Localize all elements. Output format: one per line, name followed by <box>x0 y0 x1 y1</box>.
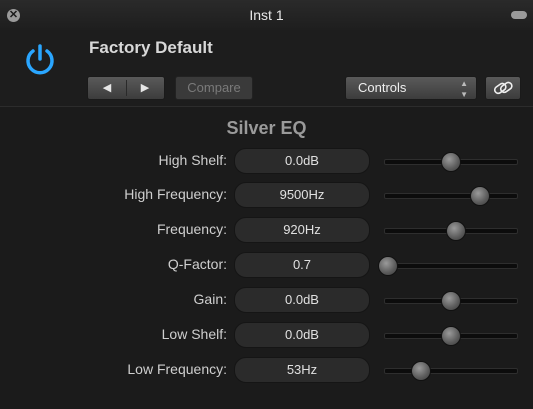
parameter-label: High Shelf: <box>158 152 227 168</box>
link-button[interactable] <box>485 76 521 100</box>
parameter-value-field[interactable]: 0.0dB <box>234 287 370 313</box>
parameter-slider-knob[interactable] <box>470 186 490 206</box>
plugin-name: Silver EQ <box>226 118 307 138</box>
up-down-arrows-icon: ▲ ▼ <box>460 79 468 99</box>
preset-nav: ◀ ▶ <box>87 76 165 100</box>
next-preset-button[interactable]: ▶ <box>126 77 164 99</box>
title-bar[interactable]: ✕ Inst 1 <box>0 0 533 30</box>
parameter-slider-track[interactable] <box>384 193 518 199</box>
parameter-value-field[interactable]: 9500Hz <box>234 182 370 208</box>
plugin-window: ✕ Inst 1 Factory Default ◀ ▶ Compare Con… <box>0 0 533 409</box>
parameter-row: High Frequency: 9500Hz <box>0 182 533 208</box>
parameter-slider-track[interactable] <box>384 368 518 374</box>
parameter-label: Frequency: <box>156 221 227 237</box>
plugin-header: Factory Default ◀ ▶ Compare Controls ▲ ▼ <box>0 30 533 107</box>
parameter-label: High Frequency: <box>124 186 227 202</box>
view-menu-label: Controls <box>358 80 407 95</box>
parameter-row: Low Frequency: 53Hz <box>0 357 533 383</box>
parameter-row: High Shelf: 0.0dB <box>0 148 533 174</box>
parameter-slider-knob[interactable] <box>441 291 461 311</box>
parameter-label: Q-Factor: <box>167 256 227 272</box>
view-menu-dropdown[interactable]: Controls ▲ ▼ <box>345 76 477 100</box>
parameter-value-field[interactable]: 0.0dB <box>234 322 370 348</box>
parameter-value-field[interactable]: 920Hz <box>234 217 370 243</box>
parameter-label: Low Frequency: <box>127 361 227 377</box>
parameter-slider-knob[interactable] <box>446 221 466 241</box>
parameter-value-field[interactable]: 53Hz <box>234 357 370 383</box>
compare-button[interactable]: Compare <box>175 76 253 100</box>
power-icon[interactable] <box>22 42 58 78</box>
zoom-button[interactable] <box>511 11 527 19</box>
parameter-value-field[interactable]: 0.7 <box>234 252 370 278</box>
parameter-slider-track[interactable] <box>384 263 518 269</box>
parameter-slider-knob[interactable] <box>441 326 461 346</box>
preset-name[interactable]: Factory Default <box>89 38 213 58</box>
parameter-slider-knob[interactable] <box>441 152 461 172</box>
parameter-slider-knob[interactable] <box>378 256 398 276</box>
parameter-label: Gain: <box>193 291 227 307</box>
parameter-value-field[interactable]: 0.0dB <box>234 148 370 174</box>
parameter-row: Gain: 0.0dB <box>0 287 533 313</box>
parameter-slider-knob[interactable] <box>411 361 431 381</box>
parameter-row: Low Shelf: 0.0dB <box>0 322 533 348</box>
parameter-row: Frequency: 920Hz <box>0 217 533 243</box>
previous-preset-button[interactable]: ◀ <box>88 77 126 99</box>
link-icon <box>493 81 513 95</box>
window-title: Inst 1 <box>249 7 284 23</box>
parameter-label: Low Shelf: <box>161 326 227 342</box>
parameter-row: Q-Factor: 0.7 <box>0 252 533 278</box>
